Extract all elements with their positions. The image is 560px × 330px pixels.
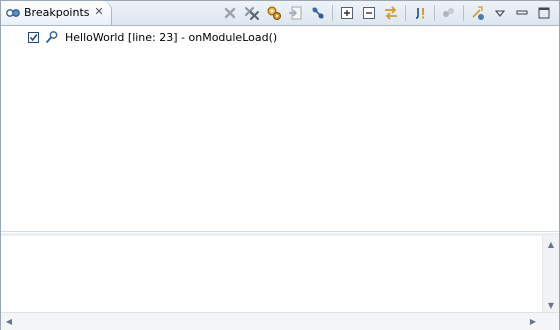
skip-all-breakpoints-icon[interactable]	[308, 3, 328, 23]
breakpoint-enabled-checkbox[interactable]	[28, 31, 39, 43]
toolbar-separator	[332, 5, 333, 21]
list-item[interactable]: HelloWorld [line: 23] - onModuleLoad()	[1, 28, 559, 46]
breakpoint-label: HelloWorld [line: 23] - onModuleLoad()	[65, 30, 278, 44]
scroll-up-icon[interactable]: ▲	[543, 238, 559, 252]
minimize-icon[interactable]	[512, 3, 532, 23]
view-menu-icon[interactable]	[490, 3, 510, 23]
remove-all-breakpoints-icon[interactable]	[242, 3, 262, 23]
breakpoints-list[interactable]: HelloWorld [line: 23] - onModuleLoad()	[1, 26, 559, 232]
view-toolbar	[220, 3, 556, 23]
method-breakpoint-icon	[46, 31, 58, 43]
add-java-exception-breakpoint-icon[interactable]	[410, 3, 430, 23]
breakpoint-detail-pane[interactable]: ▲ ▼	[1, 233, 559, 315]
maximize-icon[interactable]	[534, 3, 554, 23]
tab-breakpoints[interactable]: Breakpoints ✕	[1, 1, 112, 25]
tab-label: Breakpoints	[24, 6, 90, 19]
show-supported-breakpoints-icon[interactable]	[264, 3, 284, 23]
group-by-icon[interactable]	[439, 3, 459, 23]
scroll-left-icon[interactable]: ◀	[1, 315, 17, 329]
toolbar-separator	[405, 5, 406, 21]
scroll-down-icon[interactable]: ▼	[543, 299, 559, 313]
horizontal-scrollbar[interactable]: ◀ ▶	[1, 312, 559, 330]
collapse-all-icon[interactable]	[359, 3, 379, 23]
link-with-debug-view-icon[interactable]	[381, 3, 401, 23]
vertical-scrollbar[interactable]: ▲ ▼	[542, 236, 559, 315]
close-icon[interactable]: ✕	[93, 6, 105, 18]
new-breakpoint-icon[interactable]	[468, 3, 488, 23]
go-to-file-icon[interactable]	[286, 3, 306, 23]
expand-all-icon[interactable]	[337, 3, 357, 23]
toolbar-separator	[434, 5, 435, 21]
view-tab-bar: Breakpoints ✕	[1, 1, 559, 26]
toolbar-separator	[463, 5, 464, 21]
breakpoints-view-icon	[6, 9, 20, 17]
checkmark-icon	[29, 33, 38, 41]
breakpoints-view: Breakpoints ✕ HelloWorld [line: 23] - on…	[0, 0, 560, 330]
remove-selected-breakpoints-icon[interactable]	[220, 3, 240, 23]
scroll-right-icon[interactable]: ▶	[525, 315, 541, 329]
